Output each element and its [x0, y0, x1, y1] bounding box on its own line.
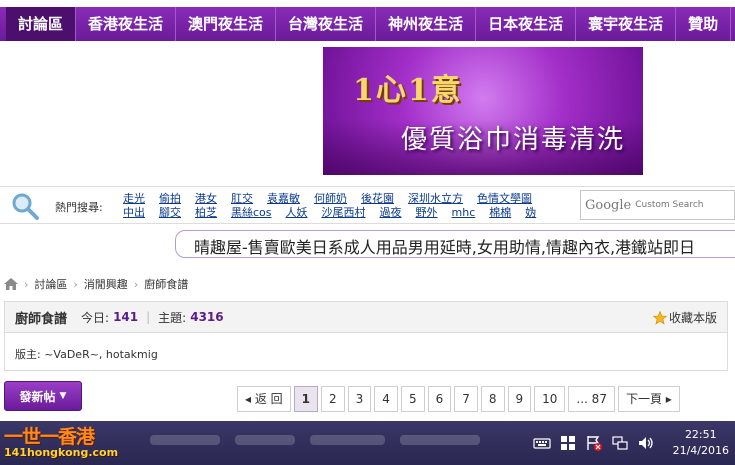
hot-link[interactable]: 色情文學 — [477, 192, 521, 206]
topics-label: 主題: — [158, 310, 187, 325]
back-button[interactable]: ◂ 返 回 — [237, 386, 291, 412]
hot-link[interactable]: 過夜 — [380, 206, 402, 220]
hot-link[interactable]: 腳交 — [159, 206, 181, 220]
taskbar-blurred-item — [310, 435, 385, 445]
page-root: 討論區 香港夜生活 澳門夜生活 台灣夜生活 神州夜生活 日本夜生活 寰宇夜生活 … — [0, 0, 735, 465]
hot-link[interactable]: 肛交 — [231, 192, 253, 206]
nav-tab-china[interactable]: 神州夜生活 — [376, 7, 477, 41]
topics-count: 4316 — [190, 310, 224, 324]
hot-link[interactable]: 棉棉 — [489, 206, 511, 220]
volume-icon[interactable] — [637, 434, 655, 452]
keyboard-icon[interactable] — [532, 434, 551, 452]
marquee-ad[interactable]: 晴趣屋-售賣歐美日系成人用品男用延時,女用助情,情趣內衣,港鐵站即日 — [175, 230, 735, 258]
google-search-input[interactable] — [635, 200, 726, 210]
windows-logo-icon[interactable] — [559, 434, 577, 452]
favorite-forum-button[interactable]: 收藏本版 — [652, 309, 717, 326]
top-strip — [0, 0, 735, 7]
new-post-label: 發新帖 — [19, 389, 56, 404]
flag-alert-icon[interactable] — [585, 434, 603, 452]
banner-brand: 1心1意 — [353, 73, 463, 108]
clock-date: 21/4/2016 — [672, 444, 729, 457]
stat-divider: | — [146, 310, 151, 324]
today-label: 今日: — [81, 310, 110, 325]
page-link[interactable]: 7 — [454, 386, 478, 412]
pagination: ◂ 返 回 1 2 3 4 5 6 7 8 9 10 ... 87 下一頁 ▸ — [237, 386, 683, 412]
banner-tagline: 優質浴巾消毒清洗 — [401, 125, 626, 155]
chevron-down-icon: ▼ — [59, 391, 67, 401]
hot-search-links: 走光 偷拍 港女 肛交 袁嘉敏 何師奶 後花園 深圳水立方 色情文學 圖 中出 … — [123, 192, 578, 220]
star-icon — [652, 310, 667, 325]
nav-tab-forum[interactable]: 討論區 — [6, 7, 77, 41]
forum-title: 廚師食譜 — [15, 311, 68, 327]
top-nav: 討論區 香港夜生活 澳門夜生活 台灣夜生活 神州夜生活 日本夜生活 寰宇夜生活 … — [0, 7, 735, 41]
hot-link[interactable]: 深圳水立方 — [408, 192, 463, 206]
hot-link[interactable]: 走光 — [123, 192, 145, 206]
hot-link[interactable]: 偷拍 — [159, 192, 181, 206]
hot-link[interactable]: 野外 — [416, 206, 438, 220]
clock-time: 22:51 — [684, 428, 717, 441]
today-count: 141 — [113, 310, 139, 324]
page-link[interactable]: 9 — [507, 386, 532, 412]
nav-tab-macau[interactable]: 澳門夜生活 — [176, 7, 277, 41]
hot-search-label: 熱門搜尋: — [55, 201, 103, 214]
nav-tab-japan[interactable]: 日本夜生活 — [476, 7, 577, 41]
breadcrumb-current[interactable]: 廚師食譜 — [144, 276, 188, 292]
hot-link[interactable]: mhc — [452, 206, 476, 220]
page-link[interactable]: 5 — [400, 386, 425, 412]
moderators-line: 版主: ~VaDeR~, hotakmig — [4, 333, 728, 371]
breadcrumb-separator-icon: › — [24, 277, 29, 291]
page-link-current[interactable]: 1 — [293, 386, 319, 412]
hot-link[interactable]: 黑絲cos — [231, 206, 272, 220]
nav-tab-sponsor[interactable]: 贊助 — [676, 7, 732, 41]
forum-header: 廚師食譜 今日: 141 | 主題: 4316 收藏本版 — [4, 301, 728, 333]
breadcrumb-separator-icon: › — [133, 277, 139, 291]
taskbar-blurred-item — [235, 435, 295, 445]
taskbar-clock[interactable]: 22:51 21/4/2016 — [673, 427, 729, 459]
hot-link[interactable]: 妫 — [525, 206, 536, 220]
page-link[interactable]: 2 — [321, 386, 345, 412]
next-page-button[interactable]: 下一頁 ▸ — [617, 386, 680, 412]
nav-tab-taiwan[interactable]: 台灣夜生活 — [276, 7, 377, 41]
favorite-label: 收藏本版 — [668, 311, 717, 325]
hot-link[interactable]: 港女 — [195, 192, 217, 206]
new-post-button[interactable]: 發新帖 ▼ — [4, 381, 82, 411]
home-icon[interactable] — [4, 278, 18, 290]
hot-link[interactable]: 圖 — [521, 192, 532, 206]
network-icon[interactable] — [611, 434, 629, 452]
hot-link[interactable]: 袁嘉敏 — [267, 192, 300, 206]
hot-link[interactable]: 沙尾西村 — [322, 206, 366, 220]
banner-ad[interactable]: 1心1意 優質浴巾消毒清洗 — [323, 47, 643, 175]
taskbar-blurred-item — [150, 435, 220, 445]
google-logo: Google — [585, 197, 632, 213]
breadcrumb-forum[interactable]: 討論區 — [34, 276, 67, 292]
page-link[interactable]: 8 — [480, 386, 505, 412]
taskbar-blurred-item — [400, 435, 480, 445]
google-custom-search[interactable]: Google — [580, 190, 735, 220]
page-link[interactable]: 6 — [427, 386, 452, 412]
site-watermark-logo: 一世一香港 141hongkong.com — [0, 421, 128, 465]
hot-link[interactable]: 人妖 — [286, 206, 308, 220]
breadcrumb-category[interactable]: 消閒興趣 — [84, 276, 128, 292]
hot-search-row-1: 走光 偷拍 港女 肛交 袁嘉敏 何師奶 後花園 深圳水立方 色情文學 圖 — [123, 192, 578, 206]
page-link[interactable]: 4 — [374, 386, 398, 412]
last-page-link[interactable]: ... 87 — [568, 386, 615, 412]
hot-link[interactable]: 何師奶 — [314, 192, 347, 206]
system-tray: 22:51 21/4/2016 — [532, 421, 735, 465]
hot-link[interactable]: 柏芝 — [195, 206, 217, 220]
hot-link[interactable]: 中出 — [123, 206, 145, 220]
page-link[interactable]: 10 — [534, 386, 566, 412]
page-link[interactable]: 3 — [347, 386, 372, 412]
breadcrumb: › 討論區 › 消閒興趣 › 廚師食譜 — [4, 276, 188, 292]
search-icon — [12, 193, 39, 220]
hot-search-row-2: 中出 腳交 柏芝 黑絲cos 人妖 沙尾西村 過夜 野外 mhc 棉棉 妫 — [123, 206, 578, 220]
hot-link[interactable]: 後花園 — [361, 192, 394, 206]
logo-url-text: 141hongkong.com — [4, 446, 119, 459]
hot-search-row: 熱門搜尋: 走光 偷拍 港女 肛交 袁嘉敏 何師奶 後花園 深圳水立方 色情文學… — [0, 186, 735, 224]
breadcrumb-separator-icon: › — [73, 277, 78, 291]
nav-tab-world[interactable]: 寰宇夜生活 — [576, 7, 677, 41]
logo-chinese-text: 一世一香港 — [4, 426, 95, 448]
marquee-text: 晴趣屋-售賣歐美日系成人用品男用延時,女用助情,情趣內衣,港鐵站即日 — [194, 238, 696, 257]
nav-tab-hk[interactable]: 香港夜生活 — [76, 7, 177, 41]
